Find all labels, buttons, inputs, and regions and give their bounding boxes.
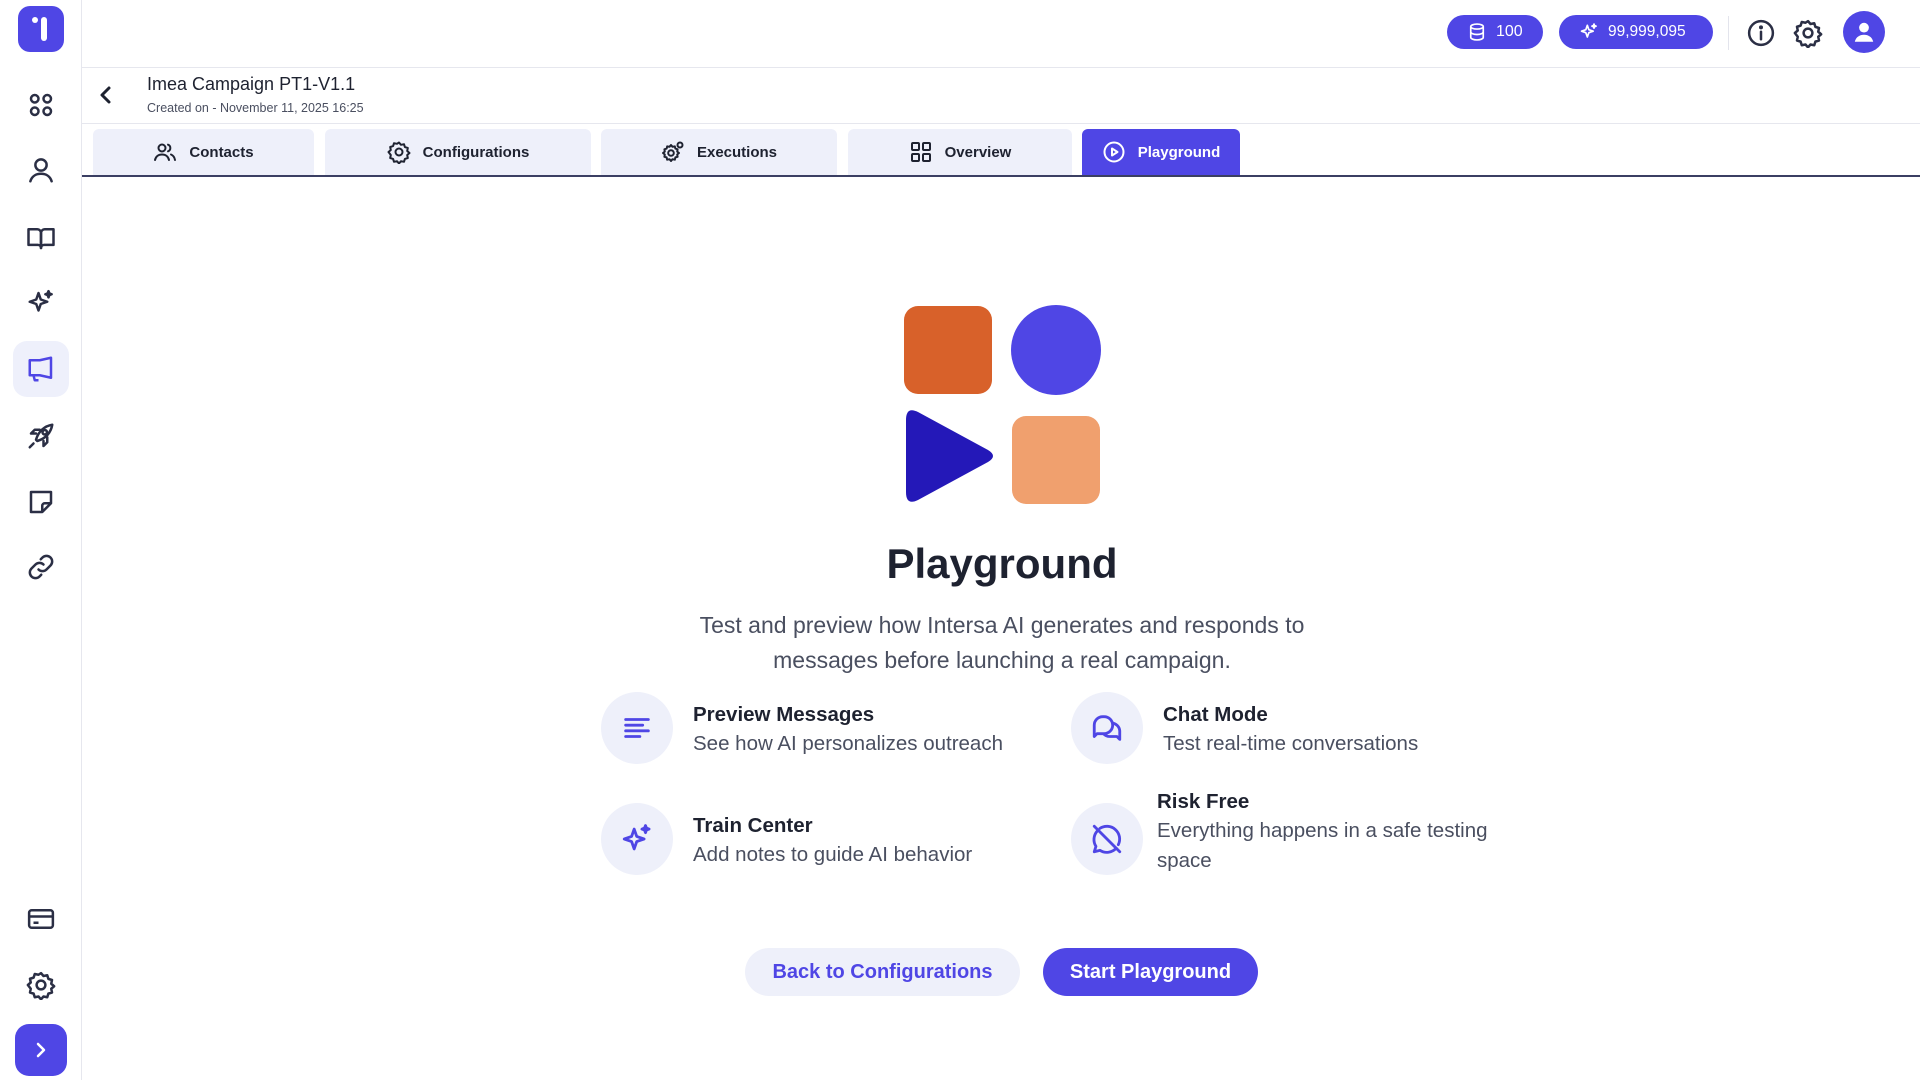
tab-label: Configurations <box>422 143 530 161</box>
tab-executions[interactable]: Executions <box>601 129 837 175</box>
rocket-icon <box>28 423 54 449</box>
gear-icon <box>387 141 411 164</box>
sidebar-item-dashboard[interactable] <box>13 77 69 133</box>
playground-illustration <box>904 305 1101 504</box>
text-lines-icon <box>624 718 650 738</box>
sidebar-item-settings[interactable] <box>13 957 69 1013</box>
orange-square-shape <box>904 306 992 394</box>
tab-label: Overview <box>944 143 1012 161</box>
sidebar-item-contacts[interactable] <box>13 142 69 198</box>
page-title: Imea Campaign PT1-V1.1 <box>147 74 356 94</box>
feature-title: Chat Mode <box>1163 703 1268 726</box>
tabs-underline <box>82 175 1920 177</box>
tab-playground[interactable]: Playground <box>1082 129 1240 175</box>
megaphone-icon <box>28 356 53 382</box>
tab-contacts[interactable]: Contacts <box>93 129 314 175</box>
chevron-left-icon <box>100 86 111 104</box>
peach-square-shape <box>1012 416 1100 504</box>
sidebar-item-knowledge[interactable] <box>13 210 69 266</box>
chevron-right-icon <box>36 1042 46 1058</box>
feature-description: See how AI personalizes outreach <box>693 732 1003 755</box>
play-triangle-shape <box>906 410 993 502</box>
playground-description: Test and preview how Intersa AI generate… <box>699 612 1305 673</box>
grid-icon <box>29 93 53 117</box>
database-icon <box>1469 23 1485 41</box>
gears-icon <box>661 141 684 162</box>
sidebar-expand-button[interactable] <box>15 1024 67 1076</box>
feature-icon-badge <box>601 803 673 875</box>
credit-card-icon <box>27 909 55 929</box>
feature-description: Everything happens in a safe testing spa… <box>1157 819 1488 872</box>
gear-icon <box>26 971 56 1000</box>
credits-value: 100 <box>1496 23 1523 40</box>
back-to-configurations-button[interactable]: Back to Configurations <box>745 948 1020 996</box>
start-playground-button[interactable]: Start Playground <box>1043 948 1258 996</box>
info-icon <box>1747 19 1775 47</box>
book-icon <box>27 228 55 250</box>
play-circle-icon <box>1103 141 1125 163</box>
tokens-value: 99,999,095 <box>1608 23 1686 40</box>
sparkle-icon <box>622 824 651 851</box>
chat-bubbles-icon <box>1092 715 1122 741</box>
back-button[interactable] <box>92 80 120 110</box>
user-icon <box>29 158 53 183</box>
feature-description: Add notes to guide AI behavior <box>693 843 973 866</box>
header-divider <box>82 123 1920 124</box>
logo-bar <box>41 17 47 41</box>
playground-title: Playground <box>886 540 1118 587</box>
tab-configurations[interactable]: Configurations <box>325 129 591 175</box>
feature-title: Risk Free <box>1157 790 1250 813</box>
user-icon <box>1854 22 1874 42</box>
page-subtitle: Created on - November 11, 2025 16:25 <box>147 101 364 115</box>
user-avatar[interactable] <box>1843 11 1885 53</box>
info-button[interactable] <box>1744 16 1778 50</box>
sidebar-item-billing[interactable] <box>13 891 69 947</box>
topbar-divider <box>1728 16 1729 50</box>
feature-description: Test real-time conversations <box>1163 732 1419 755</box>
settings-button[interactable] <box>1791 16 1825 50</box>
sidebar-item-campaigns[interactable] <box>13 341 69 397</box>
tokens-badge[interactable]: 99,999,095 <box>1559 15 1713 49</box>
gear-icon <box>1793 19 1823 48</box>
users-icon <box>154 143 177 161</box>
sparkle-icon <box>1580 23 1597 38</box>
feature-title: Train Center <box>693 814 813 837</box>
tab-overview[interactable]: Overview <box>848 129 1072 175</box>
sparkle-icon <box>28 289 53 312</box>
logo-dot <box>32 17 38 23</box>
feature-icon-badge <box>1071 803 1143 875</box>
sidebar-item-notes[interactable] <box>13 474 69 530</box>
sidebar-item-launch[interactable] <box>13 408 69 464</box>
top-bar: 100 99,999,095 <box>82 0 1920 68</box>
chat-off-icon <box>1092 824 1122 854</box>
tab-label: Contacts <box>189 143 254 161</box>
blue-circle-shape <box>1011 305 1101 395</box>
app-logo[interactable] <box>18 6 64 52</box>
feature-title: Preview Messages <box>693 703 875 726</box>
sidebar-item-ai[interactable] <box>13 275 69 331</box>
credits-badge[interactable]: 100 <box>1447 15 1543 49</box>
tab-label: Playground <box>1137 143 1221 161</box>
feature-icon-badge <box>601 692 673 764</box>
sticky-note-icon <box>29 490 53 514</box>
feature-icon-badge <box>1071 692 1143 764</box>
tab-label: Executions <box>696 143 778 161</box>
grid-icon <box>910 142 931 162</box>
